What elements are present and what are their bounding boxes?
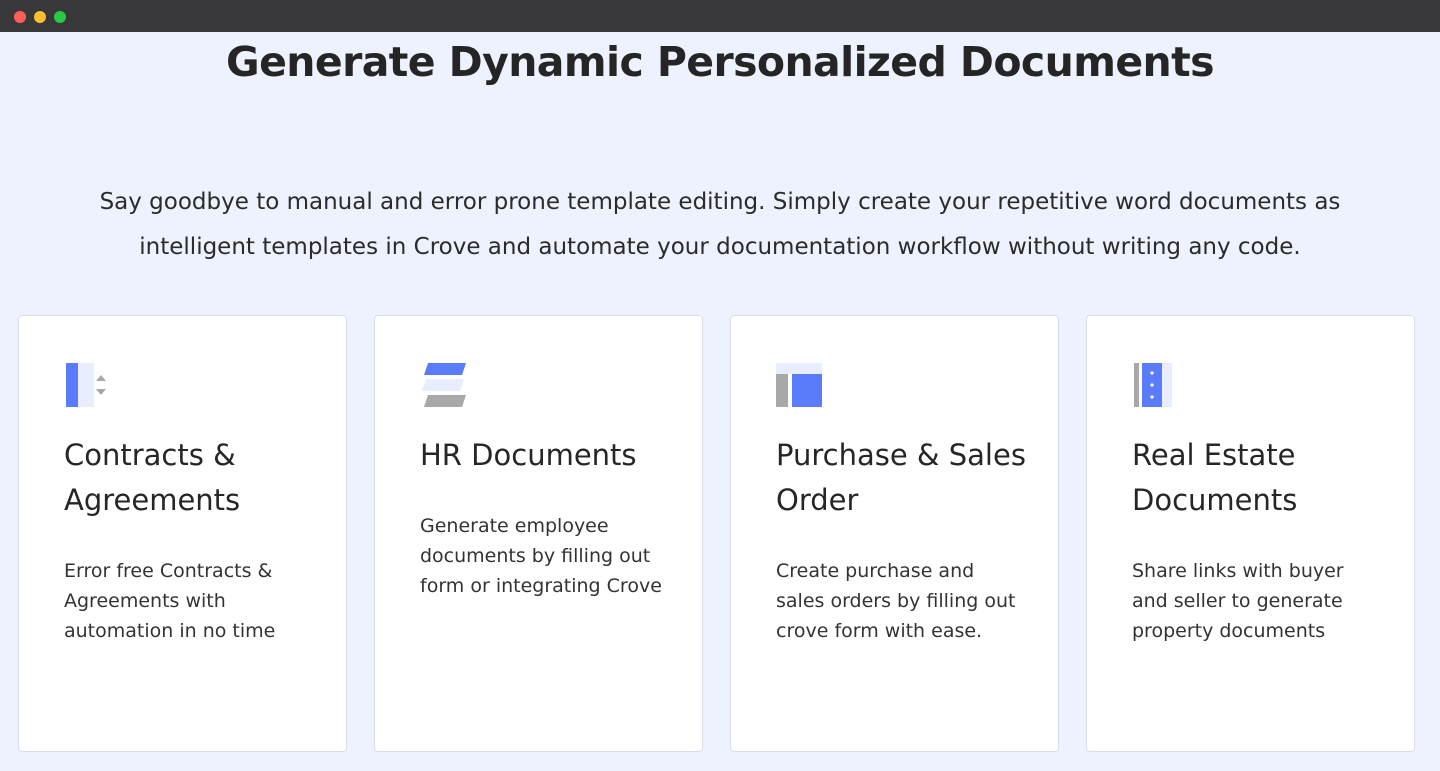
close-window-button[interactable] bbox=[14, 11, 26, 23]
card-real-estate[interactable]: Real Estate Documents Share links with b… bbox=[1086, 315, 1415, 752]
card-title: Contracts & Agreements bbox=[64, 438, 241, 517]
card-title: Purchase & Sales Order bbox=[776, 438, 1026, 517]
page-subtitle: Say goodbye to manual and error prone te… bbox=[40, 180, 1400, 270]
contracts-icon bbox=[66, 363, 106, 407]
binder-icon bbox=[1134, 363, 1172, 407]
maximize-window-button[interactable] bbox=[54, 11, 66, 23]
card-description: Generate employee documents by filling o… bbox=[420, 515, 662, 597]
window-titlebar bbox=[0, 0, 1440, 32]
page-title: Generate Dynamic Personalized Documents bbox=[226, 38, 1215, 86]
hr-stack-icon bbox=[422, 363, 466, 407]
card-purchase-sales[interactable]: Purchase & Sales Order Create purchase a… bbox=[730, 315, 1059, 752]
card-title: HR Documents bbox=[420, 438, 637, 472]
subtitle-line-1: Say goodbye to manual and error prone te… bbox=[99, 189, 1341, 215]
subtitle-line-2: intelligent templates in Crove and autom… bbox=[139, 234, 1301, 260]
card-title: Real Estate Documents bbox=[1132, 438, 1298, 517]
card-description: Error free Contracts & Agreements with a… bbox=[64, 560, 276, 642]
layout-icon bbox=[776, 363, 822, 407]
card-hr-documents[interactable]: HR Documents Generate employee documents… bbox=[374, 315, 703, 752]
card-description: Create purchase and sales orders by fill… bbox=[776, 560, 1016, 642]
card-contracts[interactable]: Contracts & Agreements Error free Contra… bbox=[18, 315, 347, 752]
minimize-window-button[interactable] bbox=[34, 11, 46, 23]
card-description: Share links with buyer and seller to gen… bbox=[1132, 560, 1344, 642]
